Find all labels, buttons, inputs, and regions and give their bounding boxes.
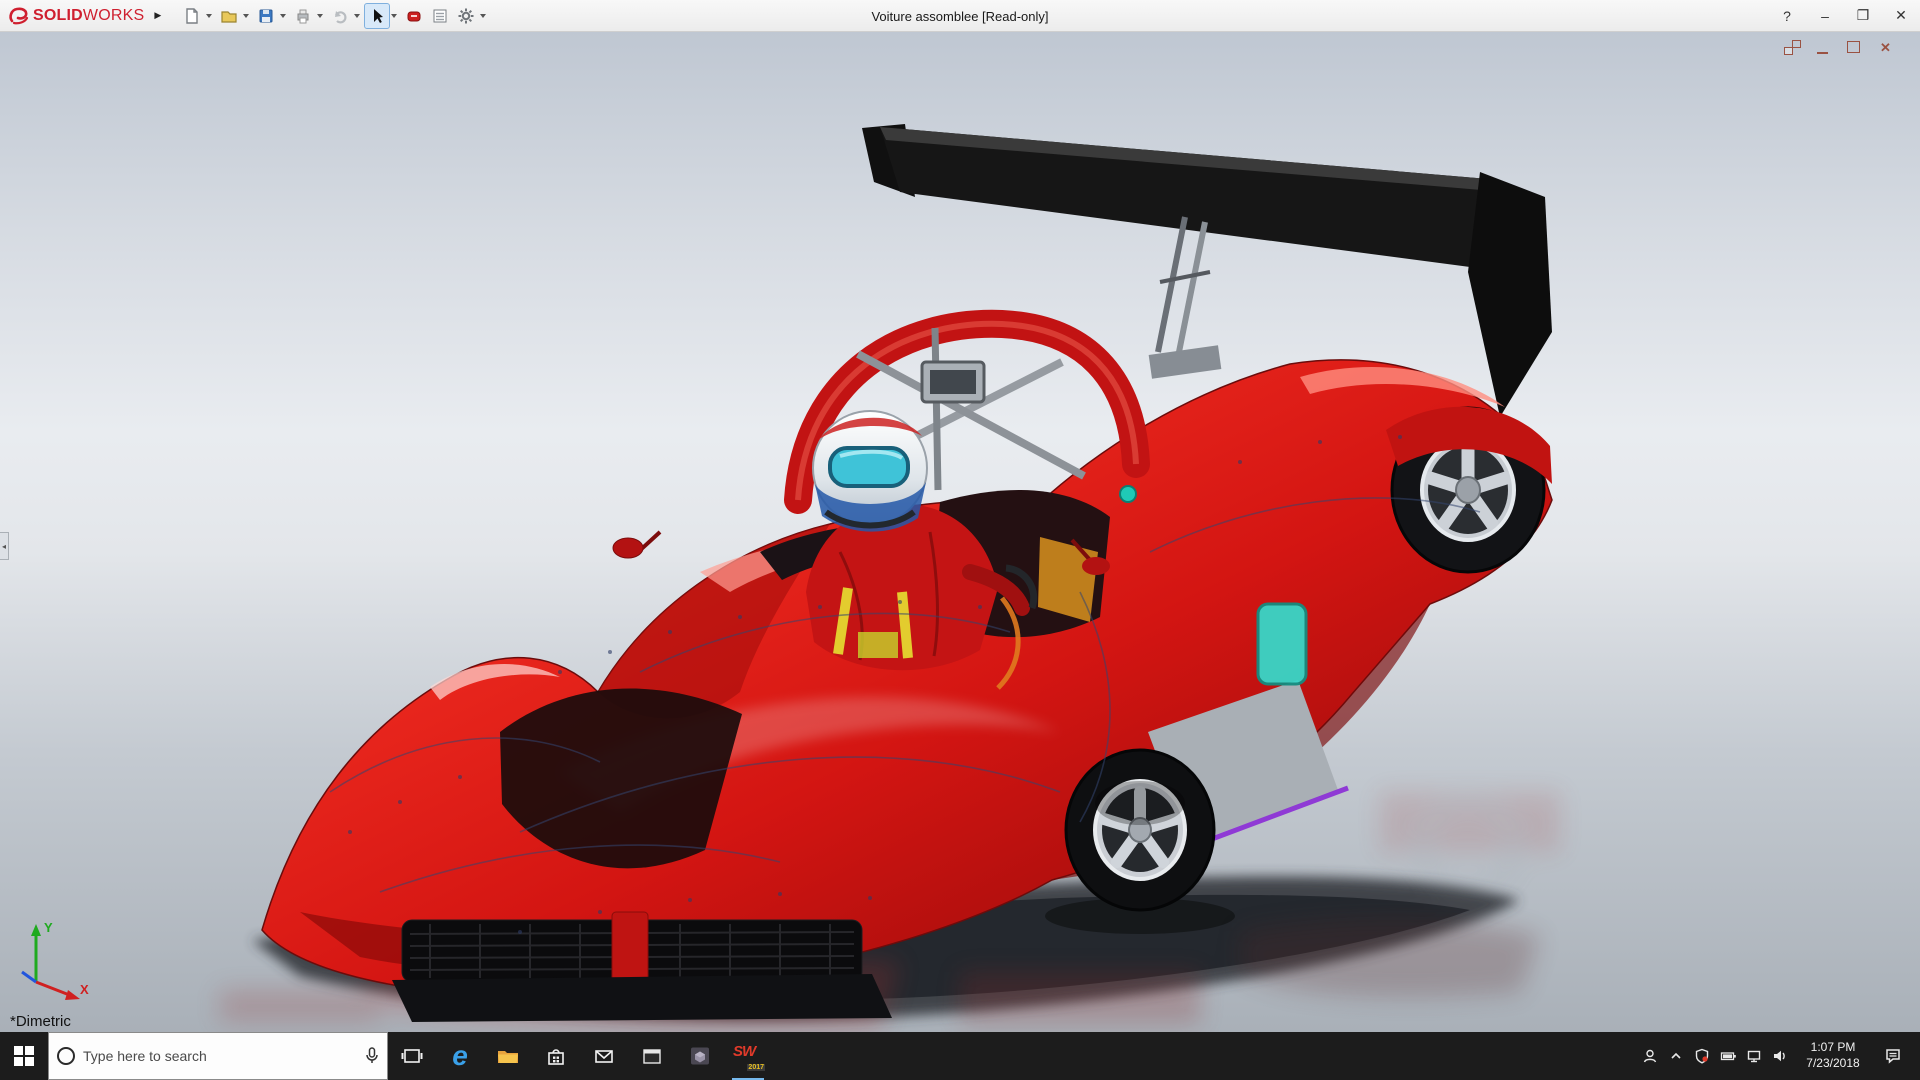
graphics-viewport[interactable]: ✕ ◂ [0,32,1920,1032]
close-button[interactable]: ✕ [1882,0,1920,31]
document-window-controls: ✕ [1784,40,1894,55]
doc-restore-icon[interactable] [1784,40,1801,55]
ds-logo-icon [8,5,30,27]
taskbar-item-terminal[interactable] [628,1032,676,1080]
taskbar-item-solidworks[interactable]: SW 2017 [724,1032,772,1080]
doc-minimize-icon[interactable] [1815,40,1832,55]
front-grille [392,912,892,1022]
sheet-properties-button[interactable] [427,3,453,29]
new-document-icon [183,7,201,25]
taskbar-clock[interactable]: 1:07 PM 7/23/2018 [1793,1040,1873,1071]
start-button[interactable] [0,1032,48,1080]
undo-icon [331,7,349,25]
new-dropdown-caret[interactable] [206,14,212,18]
taskbar-item-file-explorer[interactable] [484,1032,532,1080]
tray-people-button[interactable] [1637,1032,1663,1080]
taskbar-item-3d-app[interactable] [676,1032,724,1080]
tray-network-button[interactable] [1741,1032,1767,1080]
open-button[interactable] [216,3,242,29]
titlebar: SOLIDWORKS ▶ [0,0,1920,32]
action-center-button[interactable] [1873,1047,1913,1065]
search-input[interactable] [83,1048,357,1064]
triad-y-label: Y [44,920,53,935]
options-button[interactable] [453,3,479,29]
taskbar-item-mail[interactable] [580,1032,628,1080]
car-3d-model [0,32,1920,1032]
battery-icon [1720,1048,1737,1064]
taskbar-item-store[interactable] [532,1032,580,1080]
clock-date: 7/23/2018 [1793,1056,1873,1072]
restore-button[interactable]: ❐ [1844,0,1882,31]
open-folder-icon [220,7,238,25]
people-icon [1642,1048,1658,1064]
solidworks-logo[interactable]: SOLIDWORKS [0,5,148,27]
document-title: Voiture assomblee [Read-only] [871,0,1048,32]
rear-left-wheel [1066,750,1214,910]
store-icon [545,1045,567,1067]
save-icon [257,7,275,25]
edge-icon: e [452,1042,468,1070]
select-dropdown-caret[interactable] [391,14,397,18]
network-icon [1746,1048,1762,1064]
brand-text: SOLIDWORKS [33,7,144,25]
task-view-icon [401,1045,423,1067]
microphone-icon[interactable] [365,1047,379,1065]
mail-icon [593,1045,615,1067]
undo-button[interactable] [327,3,353,29]
print-button[interactable] [290,3,316,29]
triad-x-label: X [80,982,89,997]
view-orientation-label: *Dimetric [10,1013,71,1030]
terminal-window-icon [641,1045,663,1067]
print-icon [294,7,312,25]
minimize-button[interactable]: – [1806,0,1844,31]
solidworks-app-window: SOLIDWORKS ▶ [0,0,1920,1080]
windows-logo-icon [14,1046,34,1066]
clock-time: 1:07 PM [1793,1040,1873,1056]
3d-viewer-icon [689,1045,711,1067]
save-button[interactable] [253,3,279,29]
taskbar-item-edge[interactable]: e [436,1032,484,1080]
print-dropdown-caret[interactable] [317,14,323,18]
undo-dropdown-caret[interactable] [354,14,360,18]
system-tray: 1:07 PM 7/23/2018 [1637,1032,1920,1080]
chevron-up-icon [1669,1049,1683,1063]
shield-icon [1694,1048,1710,1064]
file-explorer-icon [497,1045,519,1067]
tray-defender-button[interactable] [1689,1032,1715,1080]
options-dropdown-caret[interactable] [480,14,486,18]
sheet-properties-icon [431,7,449,25]
new-document-button[interactable] [179,3,205,29]
select-tool-button[interactable] [364,3,390,29]
menu-flyout-arrow[interactable]: ▶ [154,10,161,21]
resources-button[interactable] [401,3,427,29]
resources-icon [405,7,423,25]
save-dropdown-caret[interactable] [280,14,286,18]
taskbar-search[interactable] [48,1032,388,1080]
windows-taskbar: e [0,1032,1920,1080]
help-button[interactable]: ? [1768,0,1806,31]
doc-maximize-icon[interactable] [1846,40,1863,55]
volume-icon [1772,1048,1789,1064]
action-center-icon [1884,1047,1902,1065]
open-dropdown-caret[interactable] [243,14,249,18]
doc-close-icon[interactable]: ✕ [1877,40,1894,55]
orientation-triad: Y X [12,916,96,1008]
solidworks-2017-icon: SW 2017 [733,1043,763,1069]
taskbar-item-task-view[interactable] [388,1032,436,1080]
tray-battery-button[interactable] [1715,1032,1741,1080]
tray-hidden-icons-button[interactable] [1663,1032,1689,1080]
select-cursor-icon [368,7,386,25]
tray-volume-button[interactable] [1767,1032,1793,1080]
options-gear-icon [457,7,475,25]
cortana-icon [57,1047,75,1065]
